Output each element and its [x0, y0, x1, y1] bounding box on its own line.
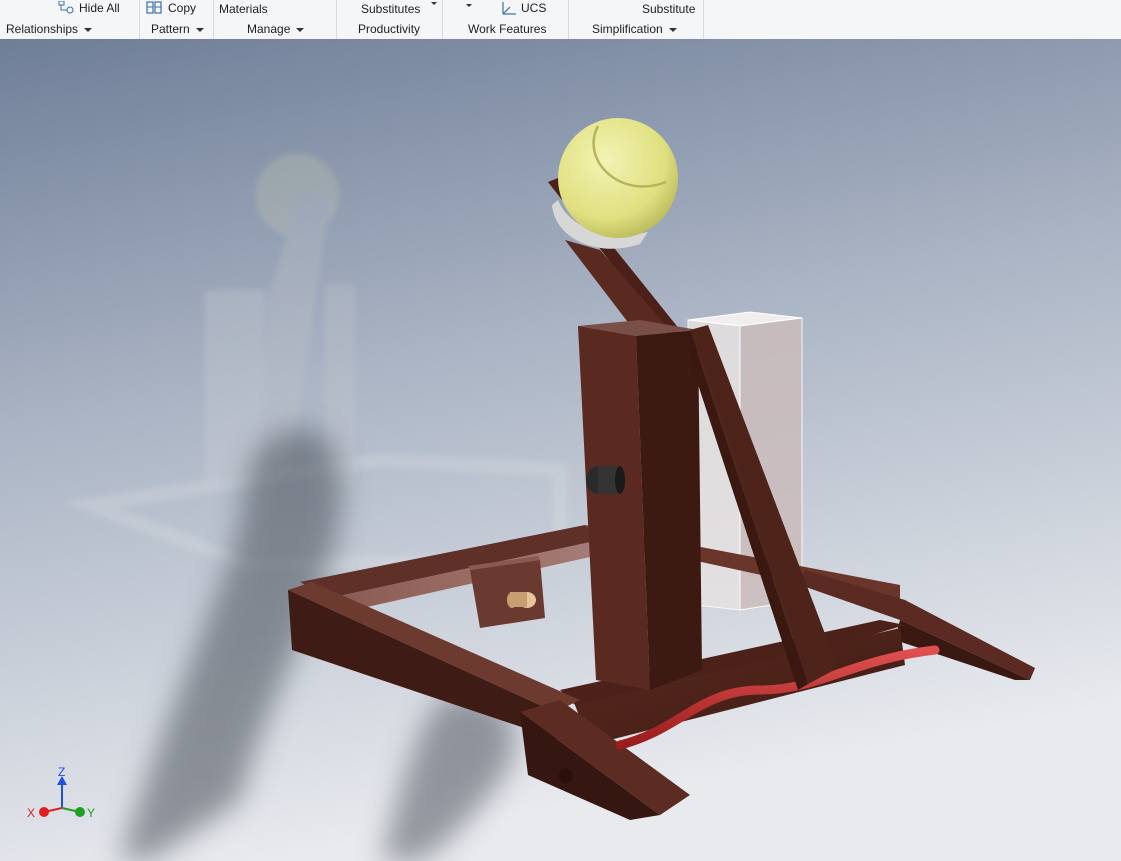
tennis-ball	[558, 118, 678, 238]
panel-work-features-label: Work Features	[468, 22, 547, 36]
chevron-down-icon	[195, 27, 204, 32]
copy-label: Copy	[168, 1, 197, 15]
chevron-down-icon	[296, 27, 305, 32]
panel-separator	[703, 0, 704, 39]
substitutes-button[interactable]: Substitutes	[361, 2, 420, 16]
panel-separator	[336, 0, 337, 39]
ucs-button[interactable]: UCS	[499, 0, 549, 16]
graphics-viewport[interactable]: Z X Y	[0, 39, 1121, 861]
copy-pattern-icon	[146, 1, 162, 14]
panel-manage-label: Manage	[247, 22, 291, 36]
panel-simplification[interactable]: Simplification	[592, 22, 677, 36]
panel-manage[interactable]: Manage	[247, 22, 305, 36]
substitute-button[interactable]: Substitute	[642, 2, 695, 16]
triad-y-label: Y	[87, 806, 96, 820]
triad-x-label: X	[27, 806, 36, 820]
model-scene[interactable]	[0, 39, 1121, 861]
panel-separator	[213, 0, 214, 39]
panel-separator	[442, 0, 443, 39]
hide-all-icon	[58, 1, 74, 14]
ucs-label: UCS	[521, 1, 547, 15]
triad-z-label: Z	[58, 765, 66, 779]
upright-post	[578, 320, 702, 690]
chevron-down-icon[interactable]	[431, 2, 437, 5]
panel-relationships-label: Relationships	[6, 22, 79, 36]
hide-all-button[interactable]: Hide All	[58, 0, 128, 16]
chevron-down-icon	[668, 27, 677, 32]
panel-separator	[568, 0, 569, 39]
panel-pattern[interactable]: Pattern	[151, 22, 204, 36]
panel-simplification-label: Simplification	[592, 22, 663, 36]
panel-productivity[interactable]: Productivity	[358, 22, 420, 36]
panel-separator	[139, 0, 140, 39]
hide-all-label: Hide All	[79, 1, 120, 15]
ucs-icon	[502, 2, 516, 15]
panel-work-features[interactable]: Work Features	[468, 22, 546, 36]
copy-button[interactable]: Copy	[146, 0, 202, 16]
panel-productivity-label: Productivity	[358, 22, 421, 36]
ribbon: Hide All Copy Materials Substitutes UCS …	[0, 0, 1121, 40]
trigger-block	[468, 556, 545, 628]
chevron-down-icon	[84, 27, 93, 32]
materials-button[interactable]: Materials	[219, 2, 268, 16]
panel-relationships[interactable]: Relationships	[6, 22, 93, 36]
panel-pattern-label: Pattern	[151, 22, 190, 36]
chevron-down-icon[interactable]	[466, 4, 472, 7]
